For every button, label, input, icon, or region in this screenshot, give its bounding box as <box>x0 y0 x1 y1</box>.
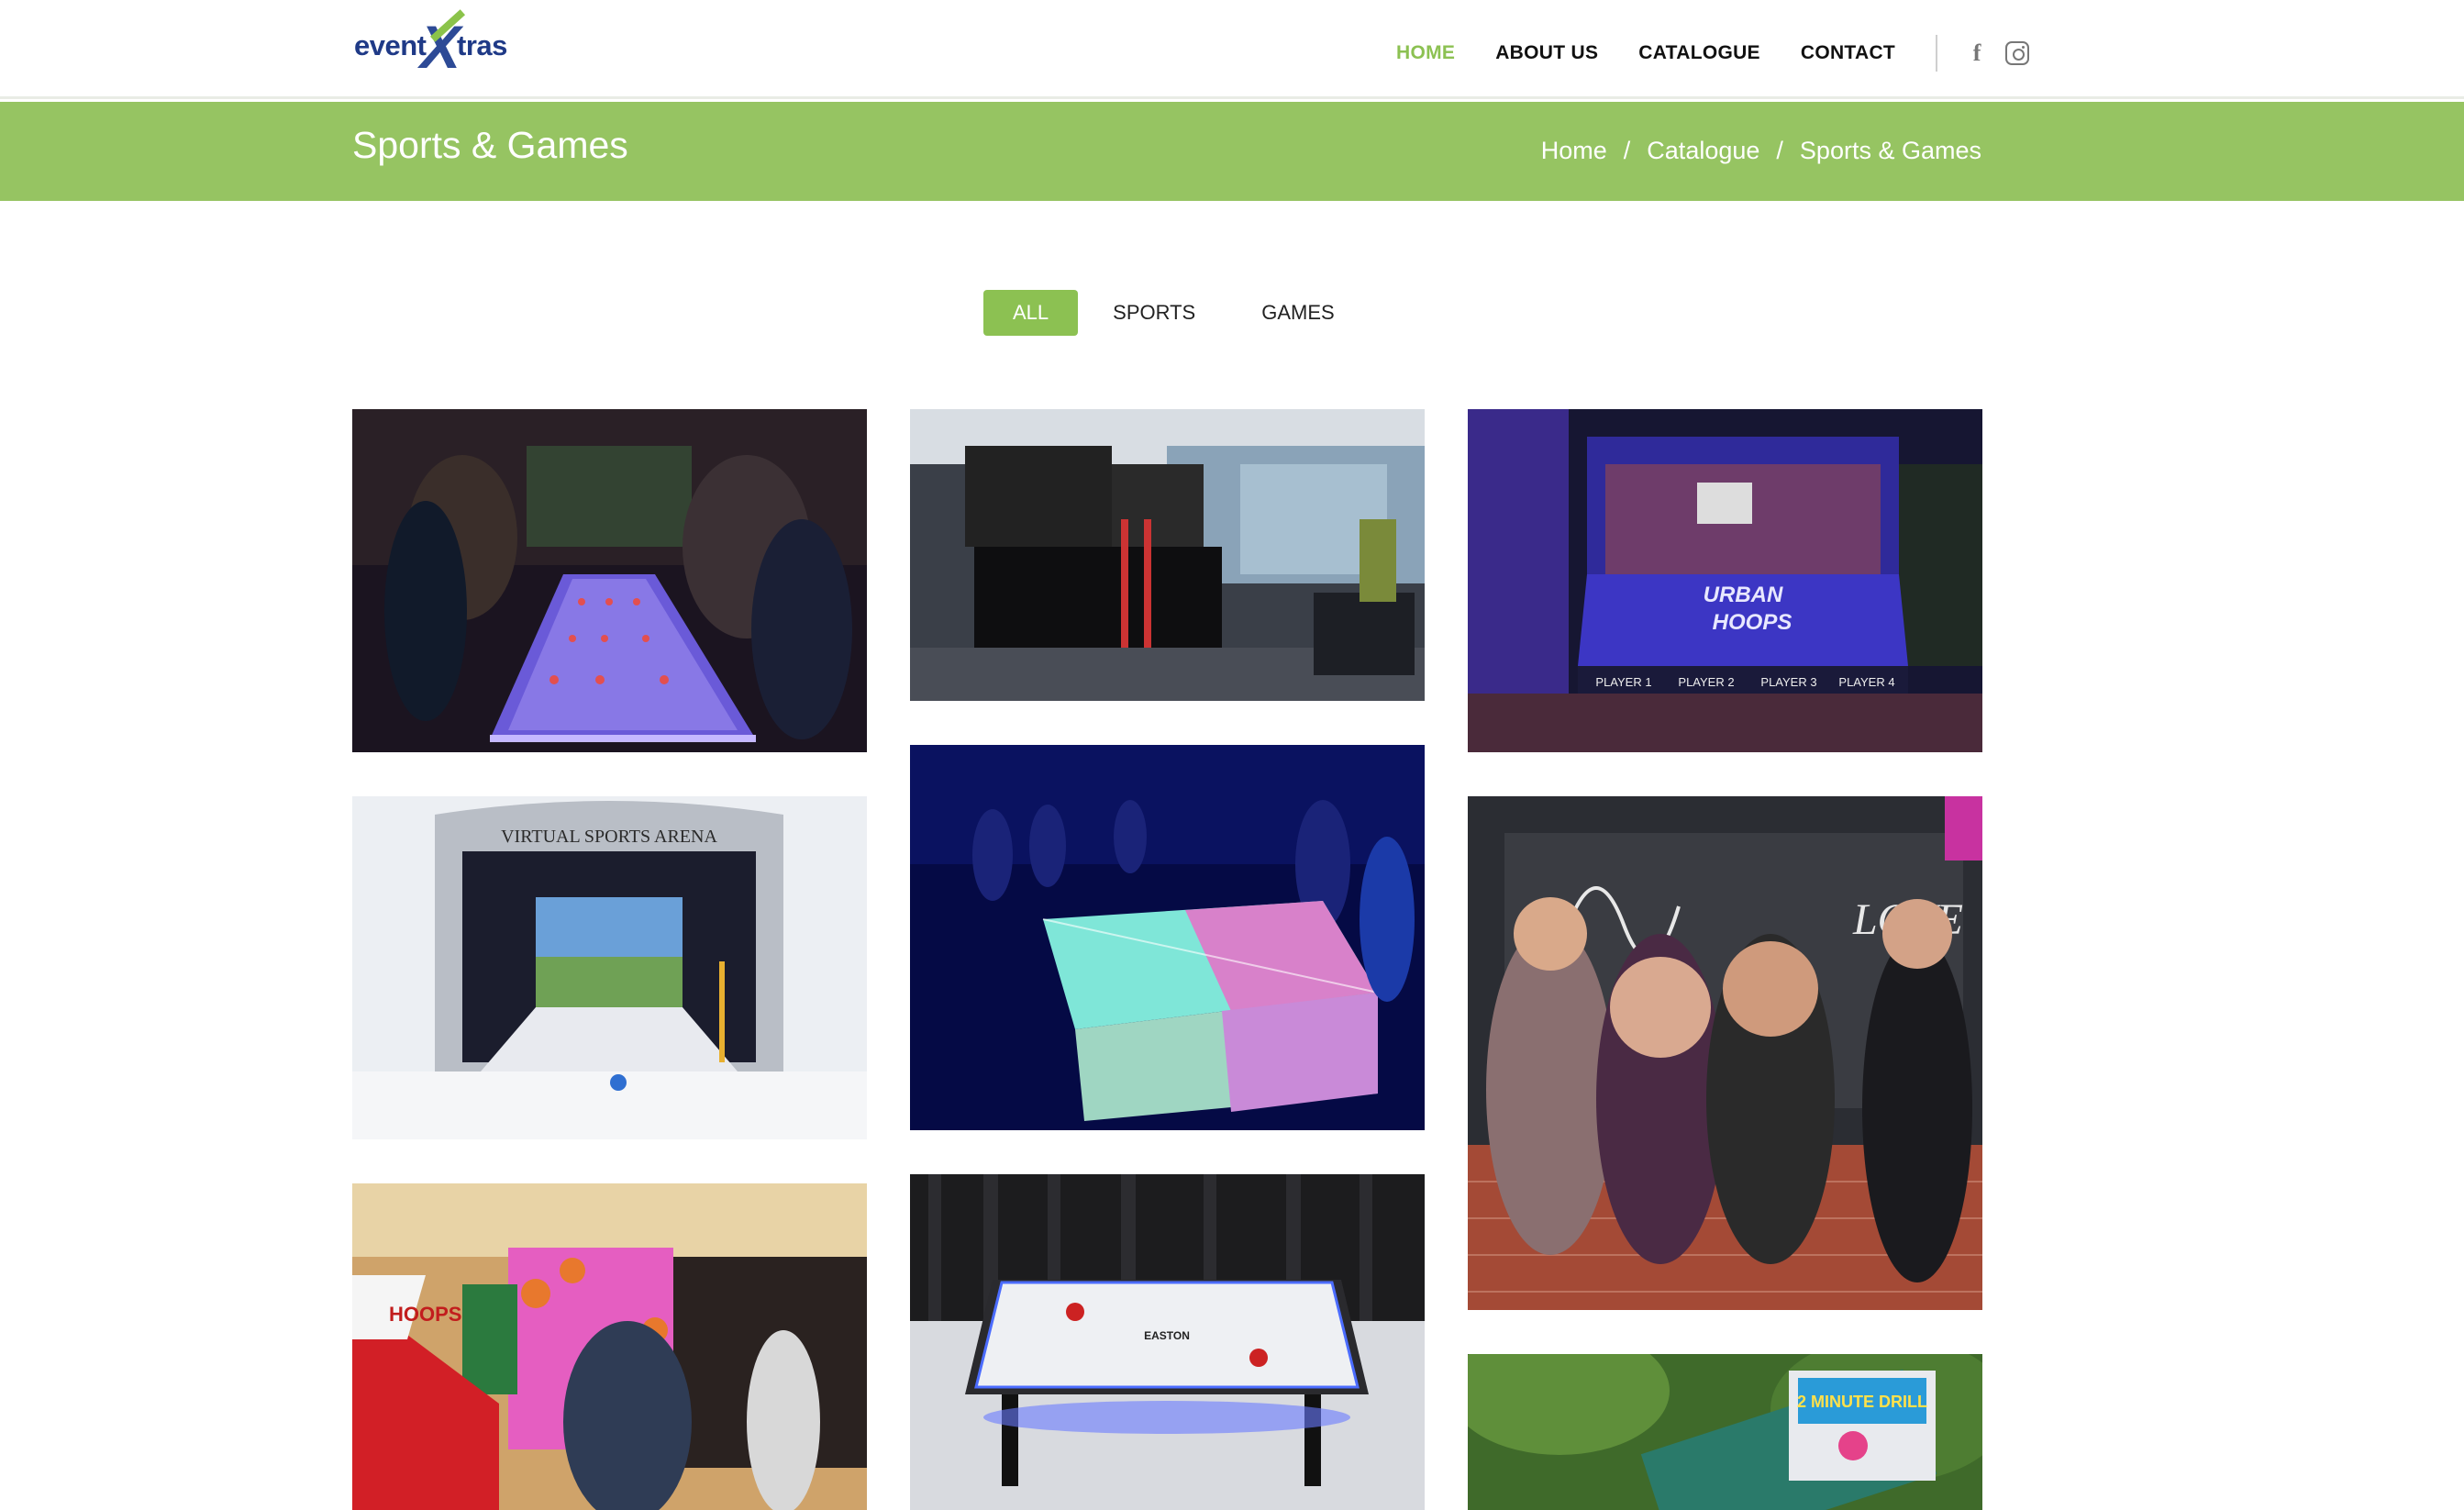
hoops-basketball-image: HOOPS <box>352 1183 867 1510</box>
page-title-bar: Sports & Games Home / Catalogue / Sports… <box>0 102 2464 201</box>
nav-divider <box>1936 35 1938 72</box>
nav-catalogue[interactable]: CATALOGUE <box>1638 42 1760 64</box>
filter-all[interactable]: ALL <box>983 290 1079 336</box>
player-2-label: PLAYER 2 <box>1678 675 1734 689</box>
photo-booth-friends-image: LOVE <box>1468 796 1982 1310</box>
player-1-label: PLAYER 1 <box>1595 675 1651 689</box>
urban-hoops-text-1: URBAN <box>1704 583 1783 607</box>
logo-text-x: X <box>420 9 466 77</box>
site-header: event X tras HOME ABOUT US CATALOGUE CON… <box>0 0 2464 99</box>
virtual-sports-arena-sign: VIRTUAL SPORTS ARENA <box>501 827 717 847</box>
two-minute-drill-photo[interactable]: 2 MINUTE DRILL <box>1468 1354 1982 1510</box>
play-now-station-photo[interactable] <box>910 409 1425 701</box>
instagram-icon[interactable] <box>2005 41 2030 65</box>
logo-text-event: event <box>354 29 427 61</box>
air-hockey-photo[interactable]: EASTON <box>910 1174 1425 1510</box>
filter-games[interactable]: GAMES <box>1228 290 1367 336</box>
page-title: Sports & Games <box>352 124 628 166</box>
social-links: f <box>1969 39 2030 67</box>
giant-foosball-image <box>352 409 867 752</box>
photo-booth-friends-photo[interactable]: LOVE <box>1468 796 1982 1310</box>
breadcrumb-separator: / <box>1623 137 1631 164</box>
two-minute-drill-image: 2 MINUTE DRILL <box>1468 1354 1982 1510</box>
breadcrumb-separator: / <box>1776 137 1783 164</box>
two-minute-drill-sign: 2 MINUTE DRILL <box>1797 1393 1927 1411</box>
nav-home[interactable]: HOME <box>1396 42 1455 64</box>
virtual-sports-arena-image: VIRTUAL SPORTS ARENA <box>352 796 867 1139</box>
led-ping-pong-image <box>910 745 1425 1130</box>
urban-hoops-photo[interactable]: URBAN HOOPS PLAYER 1 PLAYER 2 PLAYER 3 P… <box>1468 409 1982 752</box>
breadcrumb-home[interactable]: Home <box>1541 137 1607 165</box>
filter-sports[interactable]: SPORTS <box>1080 290 1228 336</box>
hoops-sign-text: HOOPS <box>389 1303 461 1326</box>
nav-about-us[interactable]: ABOUT US <box>1495 42 1598 64</box>
logo-text-tras: tras <box>457 29 507 61</box>
air-hockey-brand: EASTON <box>1144 1329 1190 1342</box>
breadcrumb-catalogue[interactable]: Catalogue <box>1647 137 1759 165</box>
led-ping-pong-photo[interactable] <box>910 745 1425 1130</box>
nav-contact[interactable]: CONTACT <box>1801 42 1895 64</box>
breadcrumb: Home / Catalogue / Sports & Games <box>1541 137 1981 165</box>
virtual-sports-arena-photo[interactable]: VIRTUAL SPORTS ARENA <box>352 796 867 1139</box>
breadcrumb-current: Sports & Games <box>1799 137 1981 164</box>
hoops-basketball-photo[interactable]: HOOPS <box>352 1183 867 1510</box>
play-now-station-image <box>910 409 1425 701</box>
eventxtras-logo[interactable]: event X tras <box>352 9 517 77</box>
player-4-label: PLAYER 4 <box>1838 675 1894 689</box>
main-nav: HOME ABOUT US CATALOGUE CONTACT f <box>1396 35 2030 72</box>
facebook-icon[interactable]: f <box>1969 39 1985 67</box>
urban-hoops-image: URBAN HOOPS PLAYER 1 PLAYER 2 PLAYER 3 P… <box>1468 409 1982 752</box>
air-hockey-image: EASTON <box>910 1174 1425 1510</box>
player-3-label: PLAYER 3 <box>1760 675 1816 689</box>
urban-hoops-text-2: HOOPS <box>1713 610 1793 635</box>
category-filters: ALL SPORTS GAMES <box>983 290 1368 336</box>
giant-foosball-photo[interactable] <box>352 409 867 752</box>
